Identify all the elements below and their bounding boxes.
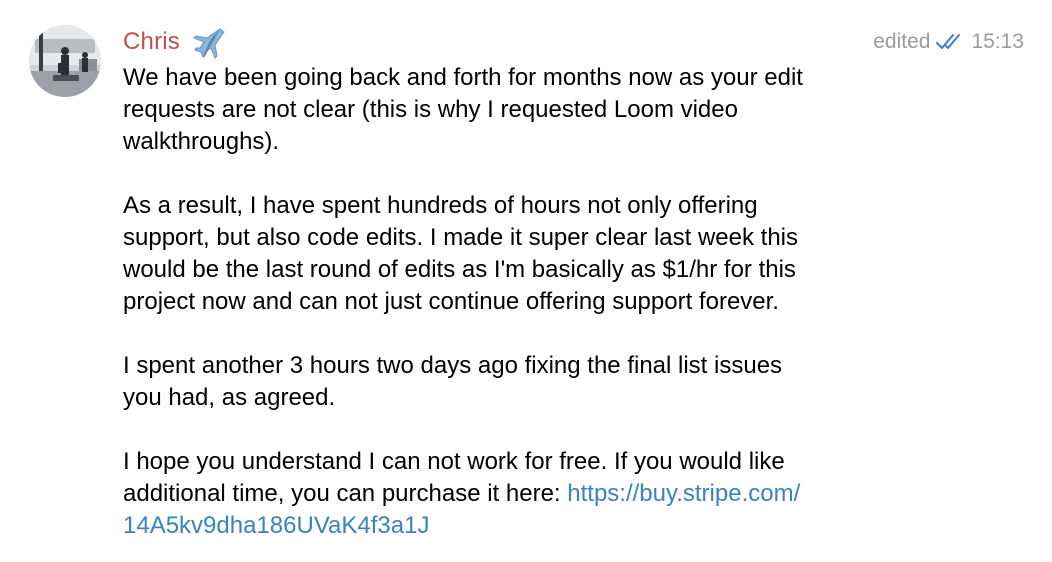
message-header: Chris (123, 22, 225, 62)
message-paragraph-with-link: I hope you understand I can not work for… (123, 446, 923, 542)
airplane-icon (189, 24, 225, 60)
avatar[interactable] (29, 25, 101, 97)
message-meta: edited 15:13 (873, 22, 1024, 62)
chat-message: Chris edited 15:13 We have been going ba… (0, 0, 1052, 562)
message-time: 15:13 (971, 30, 1024, 53)
sender-name[interactable]: Chris (123, 22, 180, 62)
edited-label: edited (873, 30, 931, 53)
message-paragraph: We have been going back and forth for mo… (123, 64, 803, 155)
message-paragraph: As a result, I have spent hundreds of ho… (123, 192, 799, 315)
message-paragraph: I spent another 3 hours two days ago fix… (123, 352, 783, 411)
avatar-photo (29, 25, 101, 97)
double-check-icon (936, 34, 961, 49)
message-body: We have been going back and forth for mo… (123, 62, 923, 542)
